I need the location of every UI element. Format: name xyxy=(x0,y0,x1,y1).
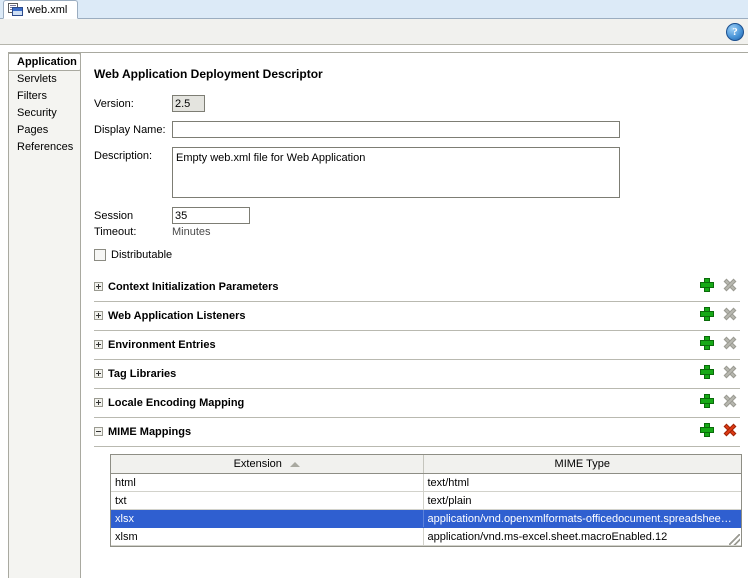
sidebar-item-label: References xyxy=(17,141,74,153)
resize-grip[interactable] xyxy=(729,534,740,545)
cell-mime-type: text/html xyxy=(423,473,741,492)
sidebar-item-servlets[interactable]: Servlets xyxy=(9,71,80,88)
mime-mappings-table: Extension MIME Type html text/html txt t… xyxy=(110,454,742,547)
page-title: Web Application Deployment Descriptor xyxy=(94,67,323,81)
display-name-label: Display Name: xyxy=(94,124,166,136)
session-timeout-row: Session Timeout: Minutes xyxy=(94,207,748,240)
add-icon[interactable] xyxy=(699,422,715,438)
delete-icon xyxy=(722,393,738,409)
cell-mime-type: application/vnd.ms-excel.sheet.macroEnab… xyxy=(423,527,741,546)
section-environment-entries: Environment Entries xyxy=(94,331,740,360)
cell-extension: xlsm xyxy=(111,527,424,546)
toolbar: ? xyxy=(0,19,748,45)
column-header-label: Extension xyxy=(233,458,282,470)
add-icon[interactable] xyxy=(699,393,715,409)
section-title: Locale Encoding Mapping xyxy=(108,396,245,409)
delete-icon[interactable] xyxy=(722,422,738,438)
xml-file-icon xyxy=(8,2,24,17)
sidebar-item-label: Servlets xyxy=(17,73,57,85)
section-title: Web Application Listeners xyxy=(108,309,246,322)
delete-icon xyxy=(722,277,738,293)
content-area: Web Application Deployment Descriptor Ve… xyxy=(82,53,748,578)
sidebar-item-references[interactable]: References xyxy=(9,139,80,156)
column-header-mime-type[interactable]: MIME Type xyxy=(423,455,741,474)
version-field[interactable] xyxy=(172,95,205,112)
add-icon[interactable] xyxy=(699,335,715,351)
cell-extension: txt xyxy=(111,491,424,510)
expand-toggle-icon[interactable] xyxy=(94,340,103,349)
sort-ascending-icon xyxy=(289,461,300,467)
distributable-row[interactable]: Distributable xyxy=(94,249,748,261)
collapse-toggle-icon[interactable] xyxy=(94,427,103,436)
delete-icon xyxy=(722,335,738,351)
help-circle-icon[interactable]: ? xyxy=(726,23,744,41)
delete-icon xyxy=(722,306,738,322)
cell-extension: xlsx xyxy=(111,509,424,528)
section-tag-libraries: Tag Libraries xyxy=(94,360,740,389)
column-header-extension[interactable]: Extension xyxy=(111,455,424,474)
tab-strip: web.xml xyxy=(0,0,748,19)
version-row: Version: xyxy=(94,95,748,112)
tab-label: web.xml xyxy=(27,3,68,16)
sidebar-item-security[interactable]: Security xyxy=(9,105,80,122)
section-context-initialization-parameters: Context Initialization Parameters xyxy=(94,273,740,302)
tab-web-xml[interactable]: web.xml xyxy=(3,0,79,19)
table-row-selected[interactable]: xlsx application/vnd.openxmlformats-offi… xyxy=(111,509,741,528)
expand-toggle-icon[interactable] xyxy=(94,311,103,320)
section-title: Tag Libraries xyxy=(108,367,177,380)
sections-list: Context Initialization Parameters Web Ap… xyxy=(94,273,748,447)
sidebar-item-label: Pages xyxy=(17,124,49,136)
display-name-field[interactable] xyxy=(172,121,620,138)
add-icon[interactable] xyxy=(699,364,715,380)
table-row[interactable]: xlsm application/vnd.ms-excel.sheet.macr… xyxy=(111,527,741,546)
editor-panel: Application Servlets Filters Security Pa… xyxy=(8,52,748,578)
expand-toggle-icon[interactable] xyxy=(94,369,103,378)
section-title: Context Initialization Parameters xyxy=(108,280,279,293)
sidebar-item-filters[interactable]: Filters xyxy=(9,88,80,105)
section-web-application-listeners: Web Application Listeners xyxy=(94,302,740,331)
section-mime-mappings: MIME Mappings xyxy=(94,418,740,447)
description-field[interactable]: Empty web.xml file for Web Application xyxy=(172,147,620,198)
description-label: Description: xyxy=(94,150,153,162)
expand-toggle-icon[interactable] xyxy=(94,282,103,291)
distributable-label: Distributable xyxy=(111,249,173,261)
session-timeout-label: Session Timeout: xyxy=(94,210,137,238)
sidebar-item-application[interactable]: Application xyxy=(9,53,81,71)
distributable-checkbox[interactable] xyxy=(94,249,106,261)
cell-mime-type: text/plain xyxy=(423,491,741,510)
sidebar-item-label: Security xyxy=(17,107,57,119)
sidebar-item-pages[interactable]: Pages xyxy=(9,122,80,139)
add-icon[interactable] xyxy=(699,277,715,293)
add-icon[interactable] xyxy=(699,306,715,322)
table-row[interactable]: txt text/plain xyxy=(111,491,741,510)
display-name-row: Display Name: xyxy=(94,121,748,138)
session-timeout-field[interactable] xyxy=(172,207,250,224)
table-row[interactable]: html text/html xyxy=(111,473,741,492)
section-title: Environment Entries xyxy=(108,338,216,351)
expand-toggle-icon[interactable] xyxy=(94,398,103,407)
version-label: Version: xyxy=(94,98,134,110)
section-title: MIME Mappings xyxy=(108,425,192,438)
column-header-label: MIME Type xyxy=(554,458,610,470)
sidebar-item-label: Filters xyxy=(17,90,47,102)
table-header-row: Extension MIME Type xyxy=(111,455,741,474)
section-locale-encoding-mapping: Locale Encoding Mapping xyxy=(94,389,740,418)
cell-extension: html xyxy=(111,473,424,492)
description-row: Description: Empty web.xml file for Web … xyxy=(94,147,748,198)
delete-icon xyxy=(722,364,738,380)
sidebar: Application Servlets Filters Security Pa… xyxy=(9,53,81,578)
cell-mime-type: application/vnd.openxmlformats-officedoc… xyxy=(423,509,741,528)
sidebar-item-label: Application xyxy=(17,56,77,68)
session-timeout-hint: Minutes xyxy=(172,226,211,238)
